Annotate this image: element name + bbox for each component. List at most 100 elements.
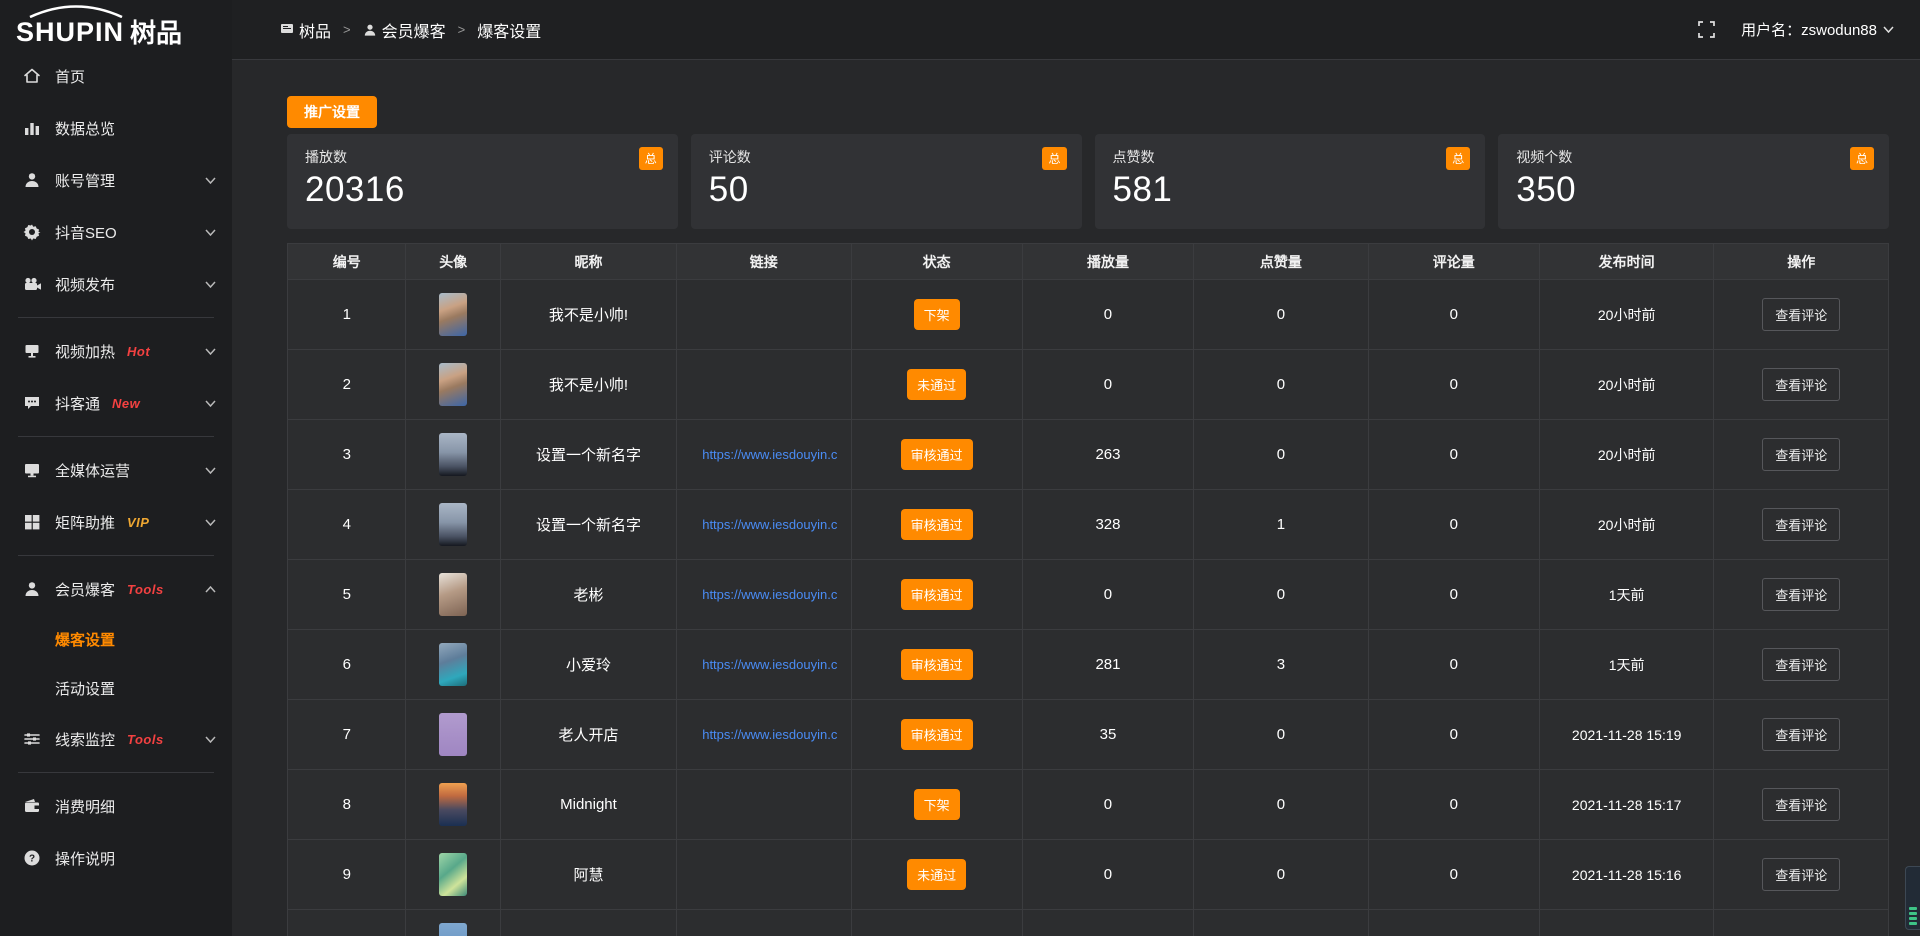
sidebar-item-video-heat[interactable]: 视频加热Hot (0, 325, 232, 377)
stat-card-视频个数: 视频个数350总 (1498, 134, 1889, 229)
cell-action: 查看评论 (1714, 420, 1889, 490)
cell-plays: 0 (1022, 560, 1193, 630)
sidebar-item-account-management[interactable]: 账号管理 (0, 154, 232, 206)
cell-comments: 0 (1368, 840, 1539, 910)
cell-avatar (406, 280, 500, 350)
cell-action: 查看评论 (1714, 630, 1889, 700)
table-row: 9阿慧未通过0002021-11-28 15:16查看评论 (288, 840, 1889, 910)
view-comments-button[interactable]: 查看评论 (1762, 368, 1840, 401)
video-link[interactable]: https://www.iesdouyin.c (691, 587, 849, 602)
stat-value: 20316 (305, 170, 660, 210)
stat-value: 50 (709, 170, 1064, 210)
sidebar-divider (18, 555, 214, 556)
chevron-down-icon (205, 519, 216, 526)
view-comments-button[interactable]: 查看评论 (1762, 858, 1840, 891)
sidebar-item-media-operation[interactable]: 全媒体运营 (0, 444, 232, 496)
sidebar-item-video-publish[interactable]: 视频发布 (0, 258, 232, 310)
table-row: 5老彬https://www.iesdouyin.c审核通过0001天前查看评论 (288, 560, 1889, 630)
column-header-状态: 状态 (851, 244, 1022, 280)
breadcrumb-item-会员爆客[interactable]: 会员爆客 (363, 18, 446, 42)
sidebar-item-member-baoke[interactable]: 会员爆客Tools (0, 563, 232, 615)
cell-plays: 263 (1022, 420, 1193, 490)
sidebar-item-operation-manual[interactable]: ?操作说明 (0, 832, 232, 884)
avatar-dusk-sky-photo (439, 503, 467, 546)
cell-number: 7 (288, 700, 406, 770)
stat-value: 581 (1113, 170, 1468, 210)
sidebar-subitem-爆客设置[interactable]: 爆客设置 (0, 615, 232, 664)
sidebar-item-matrix-boost[interactable]: 矩阵助推VIP (0, 496, 232, 548)
video-link[interactable]: https://www.iesdouyin.c (691, 657, 849, 672)
monitor-icon (22, 460, 42, 480)
cell-nickname: 我不是小帅! (500, 280, 676, 350)
video-link[interactable]: https://www.iesdouyin.c (691, 447, 849, 462)
cell-avatar (406, 420, 500, 490)
cell-avatar (406, 630, 500, 700)
sidebar-item-clue-monitor[interactable]: 线索监控Tools (0, 713, 232, 765)
logo-text-en: SHUPIN (16, 19, 124, 46)
cell-action: 查看评论 (1714, 280, 1889, 350)
cell-avatar (406, 700, 500, 770)
table-row: 3设置一个新名字https://www.iesdouyin.c审核通过26300… (288, 420, 1889, 490)
cell-link: https://www.iesdouyin.c (677, 490, 852, 560)
cell-likes: 0 (1194, 350, 1369, 420)
logo-text-cn: 树品 (130, 20, 182, 46)
fullscreen-icon[interactable] (1698, 21, 1715, 38)
breadcrumb-item-树品[interactable]: 树品 (280, 18, 331, 42)
sidebar-item-label: 账号管理 (55, 170, 115, 191)
view-comments-button[interactable]: 查看评论 (1762, 508, 1840, 541)
avatar-purple-cartoon-avatar (439, 713, 467, 756)
username-menu[interactable]: 用户名：zswodun88 (1741, 19, 1894, 40)
video-link[interactable]: https://www.iesdouyin.c (691, 517, 849, 532)
cell-plays: 0 (1022, 770, 1193, 840)
cell-comments: 0 (1368, 700, 1539, 770)
view-comments-button[interactable]: 查看评论 (1762, 788, 1840, 821)
column-header-评论量: 评论量 (1368, 244, 1539, 280)
video-link[interactable]: https://www.iesdouyin.c (691, 727, 849, 742)
cell-plays: 0 (1022, 350, 1193, 420)
view-comments-button[interactable]: 查看评论 (1762, 438, 1840, 471)
breadcrumb-item-爆客设置[interactable]: 爆客设置 (477, 18, 541, 42)
cell-avatar (406, 910, 500, 936)
cell-likes: 0 (1194, 280, 1369, 350)
sidebar-item-douyin-seo[interactable]: 抖音SEO (0, 206, 232, 258)
cell-time: 2021-11-28 15:19 (1539, 700, 1714, 770)
cell-action: 查看评论 (1714, 840, 1889, 910)
username-label: 用户名：zswodun88 (1741, 19, 1877, 40)
cell-number: 2 (288, 350, 406, 420)
cell-status: 审核通过 (851, 700, 1022, 770)
cell-comments: 0 (1368, 420, 1539, 490)
view-comments-button[interactable]: 查看评论 (1762, 578, 1840, 611)
sidebar-item-consume-detail[interactable]: 消费明细 (0, 780, 232, 832)
cell-action: 查看评论 (1714, 350, 1889, 420)
cell-status: 审核通过 (851, 420, 1022, 490)
promo-settings-button[interactable]: 推广设置 (287, 96, 377, 128)
sidebar-item-data-overview[interactable]: 数据总览 (0, 102, 232, 154)
total-badge: 总 (639, 147, 663, 170)
floating-widget[interactable] (1905, 866, 1920, 930)
sidebar-subitem-活动设置[interactable]: 活动设置 (0, 664, 232, 713)
cell-likes: 0 (1194, 840, 1369, 910)
sidebar-item-label: 抖音SEO (55, 222, 117, 243)
view-comments-button[interactable]: 查看评论 (1762, 648, 1840, 681)
cell-likes: 0 (1194, 700, 1369, 770)
menu-badge: New (112, 396, 140, 411)
app-logo: SHUPIN 树品 (0, 0, 232, 50)
sidebar-item-label: 首页 (55, 66, 85, 87)
cell-likes: 3 (1194, 630, 1369, 700)
sidebar-item-douketong[interactable]: 抖客通New (0, 377, 232, 429)
view-comments-button[interactable]: 查看评论 (1762, 718, 1840, 751)
cell-nickname: 设置一个新名字 (500, 420, 676, 490)
widget-bar (1909, 917, 1917, 920)
videos-table: 编号头像昵称链接状态播放量点赞量评论量发布时间操作 1我不是小帅!下架00020… (287, 243, 1889, 936)
chevron-down-icon (205, 467, 216, 474)
sidebar-item-label: 消费明细 (55, 796, 115, 817)
cell-nickname: 老彬 (500, 560, 676, 630)
chart-icon (22, 118, 42, 138)
sidebar-item-home[interactable]: 首页 (0, 50, 232, 102)
status-tag: 审核通过 (901, 719, 973, 750)
widget-bar (1909, 907, 1917, 910)
cell-status: 下架 (851, 770, 1022, 840)
cell-link: https://www.iesdouyin.c (677, 630, 852, 700)
status-tag: 审核通过 (901, 649, 973, 680)
view-comments-button[interactable]: 查看评论 (1762, 298, 1840, 331)
